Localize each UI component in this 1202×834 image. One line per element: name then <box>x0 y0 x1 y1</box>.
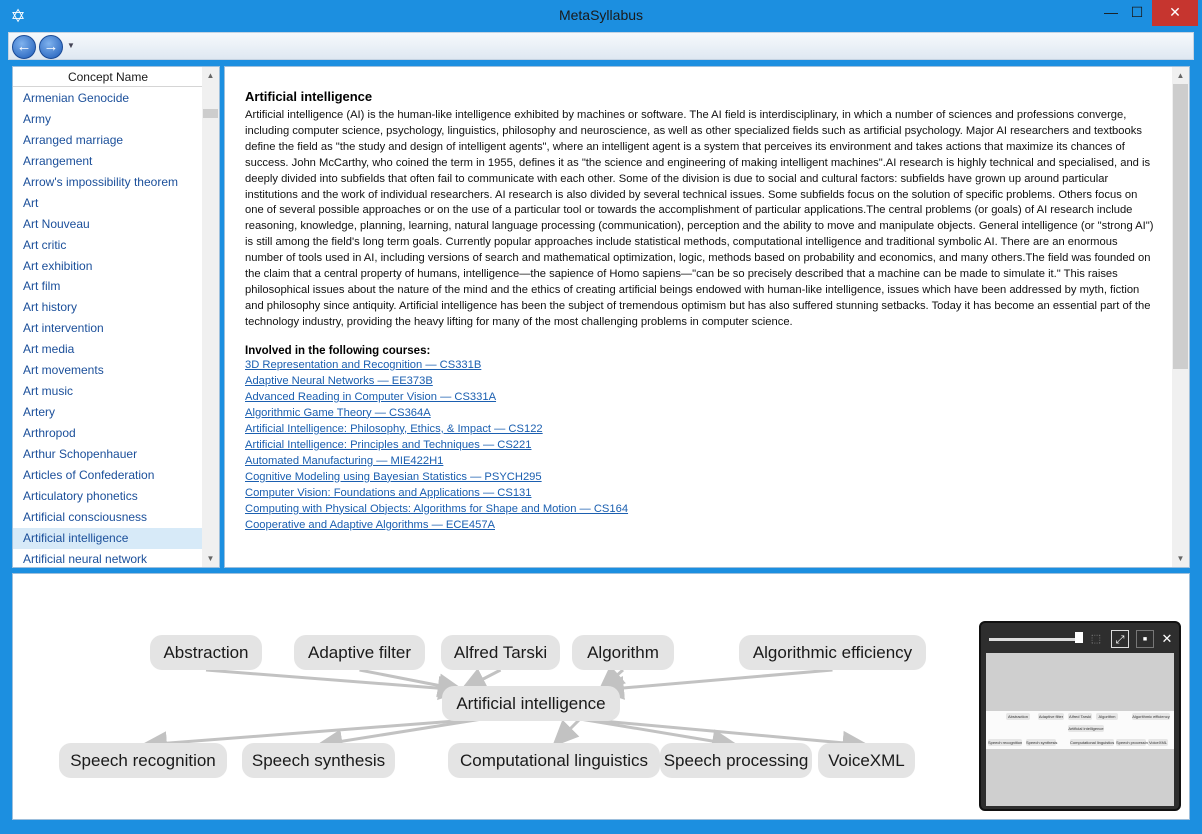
concept-list: Armenian Genocide Army Arranged marriage Ar… <box>13 88 203 567</box>
concept-list-item[interactable]: Armenian Genocide <box>13 88 203 109</box>
course-link[interactable]: Cognitive Modeling using Bayesian Statis… <box>245 469 1155 485</box>
graph-node-outgoing[interactable]: Computational linguistics <box>448 743 660 778</box>
concept-list-item[interactable]: Art critic <box>13 235 203 256</box>
minimap-node: VoiceXML <box>1148 739 1168 746</box>
concept-list-item[interactable]: Art exhibition <box>13 256 203 277</box>
graph-node-outgoing[interactable]: Speech synthesis <box>242 743 395 778</box>
concept-list-item[interactable]: Arthur Schopenhauer <box>13 444 203 465</box>
graph-node-outgoing[interactable]: Speech processing <box>660 743 812 778</box>
minimap-node: Algorithmic efficiency <box>1132 713 1170 720</box>
scroll-up-icon[interactable]: ▲ <box>1172 67 1189 84</box>
graph-edge-outgoing <box>551 717 582 748</box>
course-link[interactable]: Artificial Intelligence: Philosophy, Eth… <box>245 421 1155 437</box>
concept-list-panel: Concept Name Armenian Genocide Army Arrang… <box>12 66 220 568</box>
title-bar: ✡ MetaSyllabus — ☐ ✕ <box>0 0 1202 32</box>
concept-list-item[interactable]: Art Nouveau <box>13 214 203 235</box>
zoom-slider-knob[interactable] <box>1075 632 1083 643</box>
concept-description: Artificial intelligence (AI) is the huma… <box>245 109 1154 328</box>
graph-node-incoming[interactable]: Algorithm <box>572 635 674 670</box>
app-window: ✡ MetaSyllabus — ☐ ✕ ← → ▼ Concept Name … <box>0 0 1202 834</box>
stop-icon[interactable]: ■ <box>1136 630 1154 648</box>
graph-node-incoming[interactable]: Abstraction <box>150 635 262 670</box>
graph-edge-incoming <box>205 668 465 701</box>
graph-minimap: ⬚ ⤢ ■ ✕ Artificial intelligence Abstracti… <box>979 621 1181 811</box>
course-link[interactable]: 3D Representation and Recognition — CS33… <box>245 357 1155 373</box>
minimap-node: Computational linguistics <box>1070 739 1115 746</box>
frame-icon[interactable]: ⬚ <box>1087 630 1105 648</box>
window-title: MetaSyllabus <box>558 7 644 23</box>
concept-list-item[interactable]: Arrangement <box>13 151 203 172</box>
back-button[interactable]: ← <box>12 35 36 59</box>
concept-list-item[interactable]: Art film <box>13 276 203 297</box>
course-link[interactable]: Computing with Physical Objects: Algorit… <box>245 501 1155 517</box>
graph-node-outgoing[interactable]: Speech recognition <box>59 743 227 778</box>
minimap-node: Abstraction <box>1006 713 1030 720</box>
graph-node-incoming[interactable]: Alfred Tarski <box>441 635 560 670</box>
maximize-button[interactable]: ☐ <box>1124 0 1150 26</box>
graph-node-center[interactable]: Artificial intelligence <box>442 686 620 721</box>
concept-list-item[interactable]: Artificial intelligence <box>13 527 203 549</box>
concept-list-item[interactable]: Art intervention <box>13 318 203 339</box>
graph-edge-outgoing <box>140 717 483 756</box>
graph-node-incoming[interactable]: Algorithmic efficiency <box>739 635 926 670</box>
minimap-node: Adaptive filter <box>1038 713 1064 720</box>
scroll-up-icon[interactable]: ▲ <box>202 67 219 84</box>
courses-heading: Involved in the following courses: <box>245 344 431 357</box>
concept-title: Artificial intelligence <box>245 89 373 104</box>
concept-list-item[interactable]: Art movements <box>13 360 203 381</box>
detail-scrollbar[interactable]: ▲ ▼ <box>1172 67 1189 567</box>
minimap-node: Speech processing <box>1116 739 1151 746</box>
zoom-slider-track[interactable] <box>989 638 1081 641</box>
forward-button[interactable]: → <box>39 35 63 59</box>
graph-node-outgoing[interactable]: VoiceXML <box>818 743 915 778</box>
scroll-thumb[interactable] <box>1173 84 1188 369</box>
minimap-node: Speech recognition <box>988 739 1023 746</box>
minimap-node: Algorithm <box>1096 713 1118 720</box>
concept-graph: Artificial intelligence Abstraction Adapti… <box>12 573 1190 820</box>
minimap-node: Speech synthesis <box>1026 739 1058 746</box>
course-link[interactable]: Adaptive Neural Networks — EE373B <box>245 373 1155 389</box>
course-link[interactable]: Algorithmic Game Theory — CS364A <box>245 405 1155 421</box>
navigation-toolbar: ← → ▼ <box>8 32 1194 60</box>
minimize-button[interactable]: — <box>1098 0 1124 26</box>
concept-list-item[interactable]: Art media <box>13 339 203 360</box>
concept-list-item[interactable]: Art music <box>13 381 203 402</box>
course-link[interactable]: Cooperative and Adaptive Algorithms — EC… <box>245 517 1155 533</box>
concept-list-item[interactable]: Articulatory phonetics <box>13 486 203 507</box>
concept-list-item[interactable]: Arranged marriage <box>13 130 203 151</box>
close-button[interactable]: ✕ <box>1152 0 1198 26</box>
concept-list-item[interactable]: Arrow's impossibility theorem <box>13 172 203 193</box>
concept-list-item[interactable]: Army <box>13 109 203 130</box>
concept-list-item[interactable]: Arthropod <box>13 423 203 444</box>
minimap-node: Artificial intelligence <box>1068 725 1104 732</box>
scroll-down-icon[interactable]: ▼ <box>202 550 219 567</box>
concept-list-item[interactable]: Artificial neural network <box>13 549 203 567</box>
graph-edge-incoming <box>597 668 833 700</box>
concept-list-item[interactable]: Art history <box>13 297 203 318</box>
graph-node-incoming[interactable]: Adaptive filter <box>294 635 425 670</box>
concept-name-column-header[interactable]: Concept Name <box>13 67 203 87</box>
minimap-node: Alfred Tarski <box>1068 713 1092 720</box>
graph-edge-outgoing <box>579 717 870 755</box>
minimap-graph-preview: Artificial intelligence Abstraction Adapti… <box>986 711 1174 749</box>
concept-detail-panel: Artificial intelligence Artificial intel… <box>224 66 1190 568</box>
concept-list-item[interactable]: Art <box>13 193 203 214</box>
history-dropdown-icon[interactable]: ▼ <box>67 41 75 50</box>
course-link[interactable]: Computer Vision: Foundations and Applica… <box>245 485 1155 501</box>
course-list: 3D Representation and Recognition — CS33… <box>245 357 1155 533</box>
minimap-viewport[interactable]: Artificial intelligence Abstraction Adapti… <box>986 653 1174 806</box>
course-link[interactable]: Automated Manufacturing — MIE422H1 <box>245 453 1155 469</box>
concept-list-item[interactable]: Artery <box>13 402 203 423</box>
course-link[interactable]: Advanced Reading in Computer Vision — CS… <box>245 389 1155 405</box>
concept-list-item[interactable]: Artificial consciousness <box>13 507 203 528</box>
concept-list-item[interactable]: Articles of Confederation <box>13 465 203 486</box>
close-minimap-icon[interactable]: ✕ <box>1158 630 1176 648</box>
fit-to-view-icon[interactable]: ⤢ <box>1111 630 1129 648</box>
graph-edge-outgoing <box>315 717 483 754</box>
scroll-down-icon[interactable]: ▼ <box>1172 550 1189 567</box>
course-link[interactable]: Artificial Intelligence: Principles and … <box>245 437 1155 453</box>
concept-list-scrollbar[interactable]: ▲ ▼ <box>202 67 219 567</box>
scroll-thumb[interactable] <box>203 109 218 118</box>
